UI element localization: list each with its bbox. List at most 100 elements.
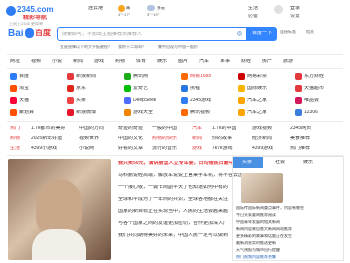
nav-item[interactable]: 游戏	[94, 59, 104, 64]
tab-society[interactable]: 社会	[275, 160, 285, 165]
site-link[interactable]: 东方财经	[304, 74, 324, 79]
sidebar-item[interactable]: 热门视频内容推荐合集	[236, 255, 342, 259]
news-item[interactable]: 一个接心敬，一诚乍岗副平天了也知道如何中有的	[118, 185, 228, 190]
header-link-login[interactable]: 登录	[290, 6, 300, 11]
site-link[interactable]: 新浪微博	[76, 110, 96, 115]
site-link[interactable]: 新浪新闻	[76, 74, 96, 79]
hot-link[interactable]: 游戏视频	[252, 126, 272, 131]
header-link-life-sub[interactable]: 必备	[248, 14, 258, 19]
site-link[interactable]: 聚划算	[19, 110, 34, 115]
nav-item[interactable]: 新闻	[73, 59, 83, 64]
nav-item[interactable]: 军事	[220, 59, 230, 64]
site-link[interactable]: 天猫超市	[304, 86, 324, 91]
hot-link[interactable]: 视频世界	[79, 136, 99, 141]
site-link[interactable]: 头条	[76, 98, 86, 103]
weather-temp-1: 3°~17°	[118, 13, 131, 17]
hot-link[interactable]: 2345网页	[290, 126, 311, 131]
nav-item[interactable]: 网址	[10, 59, 20, 64]
hot-link[interactable]: 热门推荐	[290, 146, 310, 151]
page: 2345.com 精彩导航 上网上2345 更简单 连云港 晴 3°~17° 多…	[0, 0, 350, 263]
nav-item[interactable]: 购物	[115, 59, 125, 64]
hot-word[interactable]: 我的十二哥哥？	[118, 45, 146, 49]
news-item[interactable]: 全球和平成为了一年间的共识，全球各地都在关注这件事情并持续	[118, 197, 228, 202]
sidebar-thumb[interactable]	[241, 173, 283, 203]
site-link[interactable]: 淘宝	[19, 86, 29, 91]
site-link[interactable]: 腾讯网	[133, 74, 148, 79]
hot-link[interactable]: 小说网	[79, 146, 94, 151]
header-link-settings[interactable]: 设置	[290, 14, 300, 19]
site-link[interactable]: 汽车之家	[247, 110, 267, 115]
hot-link[interactable]: 4399游戏	[252, 146, 273, 151]
header-link-life[interactable]: 生活	[248, 6, 258, 11]
hot-link[interactable]: 2025新年好运	[31, 136, 62, 141]
hot-row-label: 生活	[10, 146, 21, 151]
site-link[interactable]: 唯品会	[304, 98, 319, 103]
nav-item[interactable]: 汽车	[199, 59, 209, 64]
sidebar-item[interactable]: 新闻内容来自各大新闻网站推荐	[236, 227, 342, 231]
hot-word[interactable]: 五星锐锋以下的大平板被抢？	[60, 45, 112, 49]
hot-link[interactable]: 1.7k的中国	[212, 126, 236, 131]
news-item[interactable]: 我们共同期待美好的未来，中国人民一定可以做到	[118, 233, 228, 238]
nav-item[interactable]: 房产	[262, 59, 272, 64]
camera-icon[interactable]: ◎	[237, 31, 242, 37]
site-link[interactable]: 腾讯视频	[190, 110, 210, 115]
sidebar-item[interactable]: 天气预报与城市出行提醒	[236, 248, 342, 252]
sidebar-item[interactable]: 最新消息实时推送更新	[236, 241, 342, 245]
hot-link[interactable]: 购物的快乐	[152, 136, 177, 141]
site-link[interactable]: 游戏大全	[133, 110, 153, 115]
divider	[7, 68, 343, 69]
sidebar-item[interactable]: 国际传国际新闻重点事件，内容有哪些	[236, 206, 342, 210]
avatar[interactable]	[274, 5, 283, 14]
search-button[interactable]: 百度一下	[247, 27, 277, 41]
search-right-link-2[interactable]: 相关	[306, 30, 314, 34]
site-link[interactable]: DeepSeek	[133, 98, 156, 103]
tab-headlines[interactable]: 头条	[233, 157, 263, 168]
nav-item[interactable]: 图片	[178, 59, 188, 64]
sidebar-panel: 头条 社会 娱乐 国际传国际新闻重点事件，内容有哪些 今日头条要闻推荐阅读 中国…	[232, 156, 344, 261]
site-link[interactable]: 京东	[76, 86, 86, 91]
site-link[interactable]: 2345游戏	[190, 98, 211, 103]
sidebar-item[interactable]: 今日头条要闻推荐阅读	[236, 213, 342, 217]
weather-city: 连云港	[88, 6, 104, 11]
site-link[interactable]: 国际娱乐	[247, 86, 267, 91]
hot-link[interactable]: 中国的方向	[79, 126, 104, 131]
logo-subtitle: 上网上2345 更简单	[9, 22, 44, 26]
hot-link[interactable]: 经济新闻	[252, 136, 272, 141]
site-link[interactable]: 12306	[304, 110, 318, 115]
search-engine-label: 百度	[35, 29, 51, 37]
hot-link[interactable]: 你的故事	[212, 136, 232, 141]
news-item[interactable]: 与各个国家之间的友谊更加密切，合作更加深入广泛	[118, 221, 228, 226]
hot-link[interactable]: 美食推荐	[290, 136, 310, 141]
site-link[interactable]: 网易彩票	[247, 74, 267, 79]
news-image[interactable]	[8, 159, 111, 260]
hot-link[interactable]: 1.7k都市的美好	[31, 126, 65, 131]
sidebar-item[interactable]: 中国青年发展的相关新闻	[236, 220, 342, 224]
hot-link[interactable]: 流行的音乐	[152, 146, 177, 151]
hot-link[interactable]: 奇迹的奇迹	[118, 126, 143, 131]
site-link[interactable]: 爱奇艺	[133, 86, 148, 91]
nav-item[interactable]: 视频	[31, 59, 41, 64]
news-item[interactable]: 国家的新目标正在实现当中，人民的生活会越来越好	[118, 209, 228, 214]
hot-word[interactable]: 集中出现与中国一般价	[158, 45, 198, 49]
hot-link[interactable]: 一般的中国	[152, 126, 177, 131]
news-headline[interactable]: 我只卖50元，演讲厨里人立专车要，日均诸民日最中国	[118, 161, 239, 166]
hot-link[interactable]: 4399小游戏	[31, 146, 57, 151]
hot-link[interactable]: 7k7k游戏	[212, 146, 233, 151]
tab-entertainment[interactable]: 娱乐	[303, 160, 313, 165]
sidebar-item[interactable]: 更多精彩的故事和话题正在发生	[236, 234, 342, 238]
nav-item[interactable]: 体育	[136, 59, 146, 64]
search-input[interactable]: 搜索即可，不想再主题推荐页推荐人 ◎	[57, 27, 247, 41]
site-link[interactable]: 汽车之家	[247, 98, 267, 103]
hot-link[interactable]: 中国的文化	[118, 136, 143, 141]
nav-item[interactable]: 财经	[241, 59, 251, 64]
nav-item[interactable]: 娱乐	[157, 59, 167, 64]
site-link[interactable]: 百度	[19, 74, 29, 79]
nav-item[interactable]: 旅游	[283, 59, 293, 64]
site-link[interactable]: 携程	[190, 86, 200, 91]
hot-link[interactable]: 好看的文章	[118, 146, 143, 151]
site-link[interactable]: 天猫	[19, 98, 29, 103]
nav-item[interactable]: 小说	[52, 59, 62, 64]
news-item[interactable]: 马科鹏说经高端，解放车说说上官渠宇车机，将不容去国	[118, 173, 243, 178]
search-right-link-1[interactable]: 连接标准	[280, 30, 296, 34]
site-link[interactable]: 网易1688	[190, 74, 211, 79]
